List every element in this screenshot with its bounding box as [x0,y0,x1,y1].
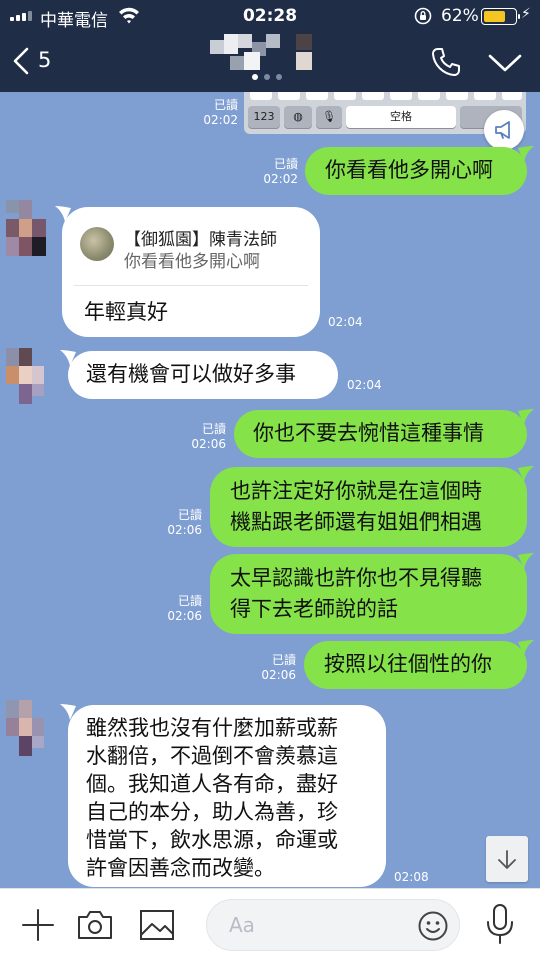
message-text: 還有機會可以做好多事 [86,362,296,386]
received-message-bubble[interactable]: 雖然我也沒有什麼加薪或薪 水翻倍，不過倒不會羨慕這 個。我知道人各有命，盡好 自… [68,705,386,887]
message-time: 02:04 [328,315,363,329]
announcement-button[interactable] [484,110,524,150]
message-text: 你看看他多開心啊 [325,158,493,182]
menu-dropdown-button[interactable] [488,52,522,74]
battery-icon [481,8,520,25]
announcement-icon [495,121,510,139]
key-123: 123 [248,106,280,128]
battery-percent: 62% [441,6,479,26]
chevron-down-icon [488,54,522,72]
message-text-line: 得下去老師說的話 [230,597,398,621]
page-indicator [252,74,282,80]
sender-avatar-pixelated[interactable] [6,348,44,404]
bubble-tail [60,704,76,720]
message-text-line: 惜當下，飲水思源，命運或 [86,828,338,852]
bubble-tail [518,640,534,656]
status-bar: 中華電信 02:28 62% ⚡ [0,0,540,32]
plus-icon[interactable] [20,907,56,943]
emoji-icon[interactable] [417,910,449,942]
message-text-line: 許會因善念而改變。 [86,856,275,880]
message-text-line: 太早認識也許你也不見得聽 [230,566,482,590]
message-text: 按照以往個性的你 [324,652,492,676]
bubble-tail [518,409,534,425]
sent-message-bubble[interactable]: 你也不要去惋惜這種事情 [234,410,527,458]
message-text-line: 個。我知道人各有命，盡好 [86,772,338,796]
message-meta: 已讀 02:06 [191,422,226,451]
image-icon[interactable] [138,907,176,943]
bubble-tail [518,146,534,162]
message-meta: 已讀 02:02 [263,157,298,186]
message-input[interactable]: Aa [206,899,460,951]
bubble-tail [60,350,76,366]
top-bar: 中華電信 02:28 62% ⚡ 5 [0,0,540,92]
back-button[interactable]: 5 [12,44,60,78]
message-text-line: 機點跟老師還有姐姐們相遇 [230,510,482,534]
message-text: 年輕真好 [84,300,168,324]
bubble-tail [518,553,534,569]
globe-key: ◍ [284,106,312,128]
received-message-bubble[interactable]: 還有機會可以做好多事 [68,351,338,399]
microphone-icon[interactable] [484,903,516,945]
sender-avatar-pixelated[interactable] [6,700,44,756]
space-key: 空格 [346,106,456,128]
message-text-line: 自己的本分，助人為善，珍 [86,800,338,824]
message-input-placeholder: Aa [229,913,255,937]
call-button[interactable] [430,46,462,78]
back-icon [13,47,29,75]
message-text-line: 水翻倍，不過倒不會羨慕這 [86,744,338,768]
message-time: 02:04 [347,378,382,392]
quoted-avatar [80,227,114,261]
message-text-line: 雖然我也沒有什麼加薪或薪 [86,716,338,740]
camera-icon[interactable] [76,907,114,943]
sent-message-bubble[interactable]: 你看看他多開心啊 [305,147,527,195]
message-meta: 已讀 02:06 [167,508,202,537]
message-text-line: 也許注定好你就是在這個時 [230,479,482,503]
arrow-down-icon [498,850,516,869]
message-meta: 已讀 02:06 [167,594,202,623]
bubble-tail [518,466,534,482]
message-meta: 已讀 02:02 [203,98,238,127]
quoted-message-text: 你看看他多開心啊 [124,252,260,272]
message-meta: 已讀 02:06 [261,653,296,682]
sent-message-bubble[interactable]: 按照以往個性的你 [304,641,527,689]
message-text: 你也不要去惋惜這種事情 [253,421,484,445]
call-icon [432,48,460,76]
unread-count: 5 [38,48,52,72]
scroll-to-bottom-button[interactable] [486,836,528,882]
divider [74,285,308,286]
sender-avatar-pixelated[interactable] [6,200,46,256]
contact-name-pixelated [210,34,326,74]
bubble-tail [55,206,71,222]
message-time: 02:08 [394,870,429,884]
mic-key: 🎙 [316,106,342,128]
received-reply-bubble[interactable]: 【御狐園】陳青法師 你看看他多開心啊 年輕真好 [62,207,320,337]
sent-message-bubble[interactable]: 太早認識也許你也不見得聽 得下去老師說的話 [210,554,527,634]
orientation-lock-icon [414,7,432,25]
charging-icon: ⚡ [521,6,531,22]
message-composer: Aa [0,888,540,960]
sent-message-bubble[interactable]: 也許注定好你就是在這個時 機點跟老師還有姐姐們相遇 [210,467,527,547]
